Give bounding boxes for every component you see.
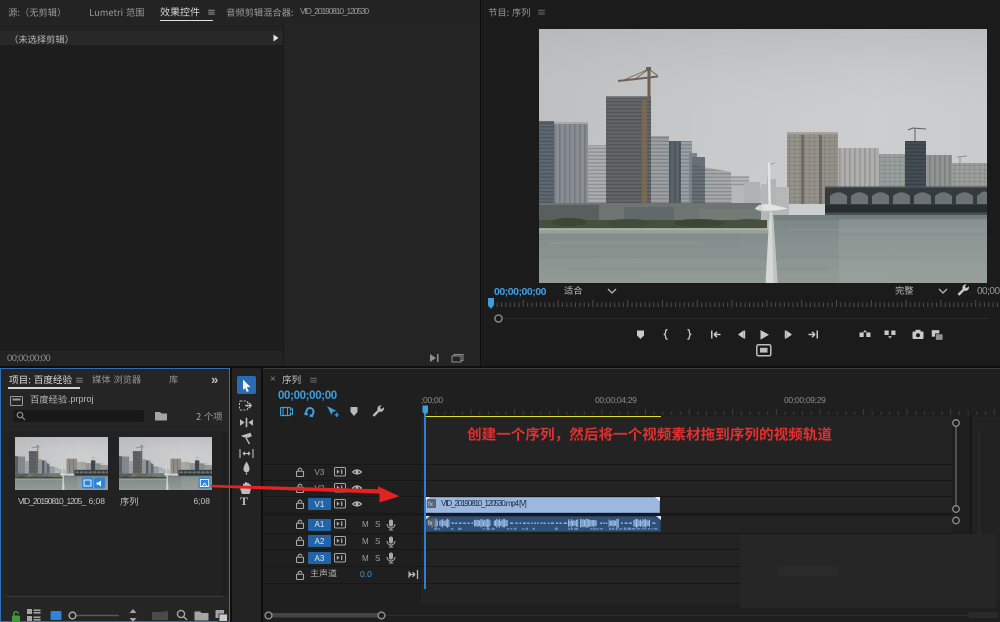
- svg-text:fx: fx: [428, 520, 433, 526]
- svg-text:fx: fx: [428, 501, 434, 508]
